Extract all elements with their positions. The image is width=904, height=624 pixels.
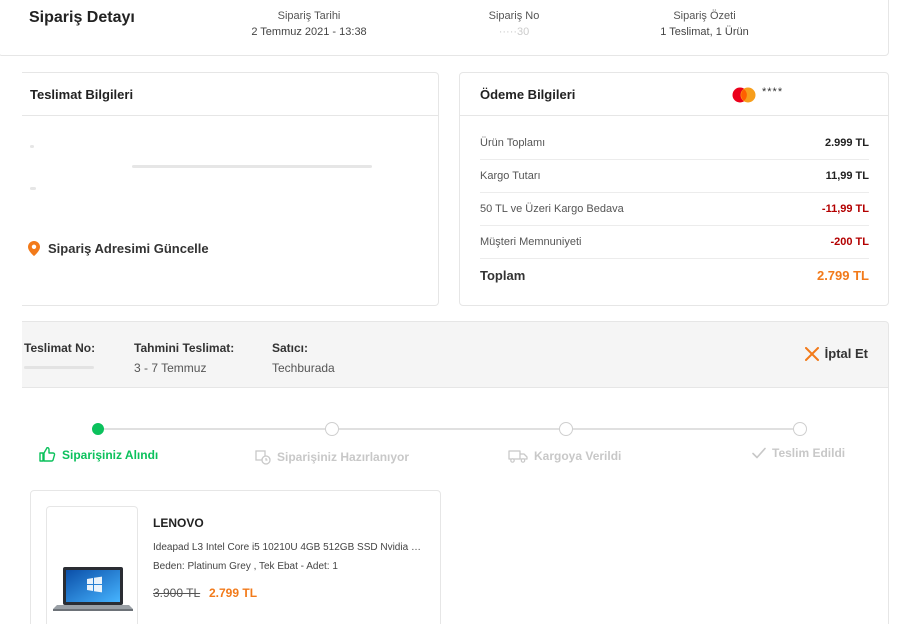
payment-row-value: 2.999 TL [824, 137, 869, 149]
payment-total-label: Toplam [480, 268, 526, 283]
estimated-delivery-label: Tahmini Teslimat: [134, 341, 235, 355]
cancel-order-button[interactable]: İptal Et [804, 346, 868, 361]
order-number: Sipariş No ·····30 [464, 8, 564, 40]
redacted-text [24, 366, 94, 369]
truck-icon [508, 450, 528, 463]
mastercard-icon [732, 87, 756, 103]
payment-row-free-shipping: 50 TL ve Üzeri Kargo Bedava -11,99 TL [480, 193, 869, 226]
payment-row-satisfaction: Müşteri Memnuniyeti -200 TL [480, 226, 869, 259]
step-label: Kargoya Verildi [534, 449, 622, 463]
seller-value: Techburada [272, 361, 335, 375]
delivery-info-card: Teslimat Bilgileri Sipariş Adresimi Günc… [22, 72, 439, 306]
box-clock-icon [255, 450, 271, 465]
redacted-text [30, 187, 36, 190]
update-address-label: Sipariş Adresimi Güncelle [48, 241, 209, 256]
payment-row-value: 11,99 TL [825, 170, 869, 182]
product-card[interactable]: LENOVO Ideapad L3 Intel Core i5 10210U 4… [30, 490, 441, 624]
step-dot-shipped [559, 422, 573, 436]
update-address-link[interactable]: Sipariş Adresimi Güncelle [28, 241, 209, 256]
payment-row-shipping: Kargo Tutarı 11,99 TL [480, 160, 869, 193]
shipment-info-bar: Teslimat No: Tahmini Teslimat: 3 - 7 Tem… [22, 321, 889, 388]
payment-info-title: Ödeme Bilgileri [480, 87, 576, 102]
tracking-line [98, 428, 800, 430]
seller: Satıcı: Techburada [272, 338, 335, 378]
redacted-text [30, 145, 34, 148]
order-number-value: ·····30 [498, 26, 530, 38]
payment-info-card: Ödeme Bilgileri **** Ürün Toplamı 2.999 … [459, 72, 889, 306]
payment-row-subtotal: Ürün Toplamı 2.999 TL [480, 127, 869, 160]
estimated-delivery-value: 3 - 7 Temmuz [134, 361, 207, 375]
order-number-label: Sipariş No [488, 10, 540, 22]
laptop-image [53, 567, 133, 611]
order-date-value: 2 Temmuz 2021 - 13:38 [251, 26, 367, 38]
seller-label: Satıcı: [272, 341, 309, 355]
step-dot-preparing [325, 422, 339, 436]
order-date-label: Sipariş Tarihi [277, 10, 341, 22]
product-name[interactable]: Ideapad L3 Intel Core i5 10210U 4GB 512G… [153, 542, 428, 553]
step-dot-received [92, 423, 104, 435]
payment-total-value: 2.799 TL [816, 268, 869, 283]
step-label: Teslim Edildi [772, 446, 846, 460]
page-title: Sipariş Detayı [29, 9, 135, 26]
product-price: 2.799 TL [209, 586, 258, 600]
step-received: Siparişiniz Alındı [39, 447, 158, 462]
payment-row-total: Toplam 2.799 TL [480, 259, 869, 292]
redacted-text [132, 165, 372, 168]
payment-info-header: Ödeme Bilgileri **** [460, 73, 888, 116]
delivery-info-header: Teslimat Bilgileri [22, 73, 438, 116]
step-label: Siparişiniz Alındı [62, 447, 159, 462]
order-summary: Sipariş Özeti 1 Teslimat, 1 Ürün [647, 8, 762, 40]
masked-card-number: **** [762, 86, 784, 98]
delivery-number: Teslimat No: [24, 338, 95, 369]
thumbs-up-icon [39, 447, 56, 462]
product-image[interactable] [46, 506, 138, 624]
order-date: Sipariş Tarihi 2 Temmuz 2021 - 13:38 [244, 8, 374, 40]
order-summary-label: Sipariş Özeti [673, 10, 736, 22]
estimated-delivery: Tahmini Teslimat: 3 - 7 Temmuz [134, 338, 234, 378]
payment-row-label: Müşteri Memnuniyeti [480, 236, 582, 248]
cancel-order-label: İptal Et [824, 346, 868, 361]
step-preparing: Siparişiniz Hazırlanıyor [255, 449, 409, 465]
step-shipped: Kargoya Verildi [508, 449, 621, 463]
step-label: Siparişiniz Hazırlanıyor [277, 450, 410, 464]
check-icon [752, 447, 766, 459]
close-icon [804, 346, 819, 361]
product-old-price: 3.900 TL [153, 586, 201, 600]
location-pin-icon [28, 241, 40, 256]
product-variant: Beden: Platinum Grey , Tek Ebat - Adet: … [153, 561, 338, 572]
payment-row-label: Kargo Tutarı [480, 170, 541, 182]
step-dot-delivered [793, 422, 807, 436]
order-header: Sipariş Detayı Sipariş Tarihi 2 Temmuz 2… [0, 0, 889, 56]
payment-row-label: 50 TL ve Üzeri Kargo Bedava [480, 203, 624, 215]
payment-row-value: -11,99 TL [821, 203, 869, 215]
payment-row-label: Ürün Toplamı [480, 137, 546, 149]
step-delivered: Teslim Edildi [752, 446, 845, 460]
delivery-info-title: Teslimat Bilgileri [30, 87, 134, 102]
payment-row-value: -200 TL [830, 236, 869, 248]
order-summary-value: 1 Teslimat, 1 Ürün [660, 26, 749, 38]
product-brand: LENOVO [153, 516, 204, 530]
delivery-number-label: Teslimat No: [24, 341, 96, 355]
